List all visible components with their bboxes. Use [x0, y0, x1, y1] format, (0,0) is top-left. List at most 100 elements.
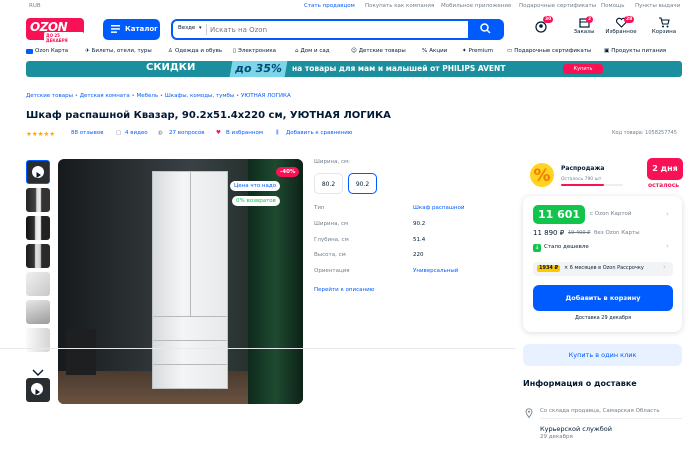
promo-banner[interactable]: СКИДКИ до 35% на товары для мам и малыше… — [26, 61, 682, 77]
delivery-info-title: Информация о доставке — [523, 379, 637, 388]
spec-row: Тип Шкаф распашной — [314, 205, 465, 211]
thumbnail-image[interactable] — [26, 300, 50, 324]
wardrobe-picture — [152, 171, 228, 389]
chevron-down-icon: ▾ — [199, 25, 202, 31]
discount-badge: -40% — [276, 167, 300, 177]
gift-icon: ▭ — [507, 48, 513, 54]
banner-percent: до 35% — [229, 61, 288, 77]
chevron-right-icon[interactable]: › — [666, 243, 669, 250]
returns-badge: 0% возвратов — [232, 196, 280, 206]
no-card-label: без Ozon Карты — [594, 230, 640, 236]
stock-progress — [561, 184, 623, 186]
width-label: Ширина, см: — [314, 159, 351, 165]
toy-icon: ☺ — [351, 48, 357, 54]
top-link-pickup[interactable]: Пункты выдачи — [635, 3, 680, 10]
nav-item-ozon-card[interactable]: Ozon Карта — [26, 48, 68, 54]
cart-button[interactable]: Корзина — [649, 17, 679, 41]
search-scope-select[interactable]: Везде — [178, 25, 195, 32]
days-left-label: осталось — [648, 182, 680, 189]
nav-item-promotions[interactable]: % Акции — [422, 48, 447, 54]
videos-link[interactable]: 4 видео — [125, 130, 148, 137]
courier-label: Курьерской службой — [540, 425, 612, 433]
questions-link[interactable]: 27 вопросов — [169, 130, 204, 137]
courier-date: 29 декабря — [540, 434, 573, 440]
one-click-buy-button[interactable]: Купить в один клик — [523, 344, 682, 366]
ozon-logo[interactable]: OZON ДО 25 ДЕКАБРЯ — [26, 18, 84, 44]
days-left-badge: 2 дня — [647, 158, 683, 180]
size-option-80[interactable]: 80.2 — [314, 173, 343, 194]
top-bar: RUB Стать продавцом Покупать как компани… — [0, 0, 700, 14]
nav-item-tickets[interactable]: ✈ Билеты, отели, туры — [85, 48, 152, 54]
arrow-down-icon: ↓ — [533, 244, 541, 252]
thumbnail-image[interactable] — [26, 216, 50, 240]
banner-buy-button[interactable]: Купить — [563, 64, 603, 74]
spec-value-link[interactable]: Шкаф распашной — [413, 205, 464, 212]
ozon-card-label: с Ozon Картой — [590, 211, 632, 217]
breadcrumb-item[interactable]: Детская комната — [80, 93, 130, 99]
plane-icon: ✈ — [85, 48, 90, 54]
top-link-company[interactable]: Покупать как компания — [365, 3, 434, 10]
heart-filled-icon: ♥ — [216, 130, 221, 136]
size-option-90[interactable]: 90.2 — [348, 173, 377, 194]
old-price: 19 400 ₽ — [568, 230, 591, 236]
spec-row: Высота, см 220 — [314, 252, 424, 258]
nav-item-electronics[interactable]: ▯ Электроника — [233, 48, 276, 54]
profile-button[interactable]: 30 — [526, 16, 556, 41]
nav-item-food[interactable]: ▣ Продукты питания — [604, 48, 666, 54]
menu-icon — [111, 25, 120, 33]
description-link[interactable]: Перейти к описанию — [314, 287, 374, 294]
breadcrumb-item[interactable]: Детские товары — [26, 93, 73, 99]
nav-item-home[interactable]: ⌂ Дом и сад — [295, 48, 330, 54]
reviews-link[interactable]: 88 отзывов — [71, 130, 103, 137]
product-meta: ★★★★★ 88 отзывов ▢ 4 видео ◍ 27 вопросов… — [26, 130, 352, 138]
cheaper-label: Стало дешевле — [544, 244, 589, 250]
chevron-right-icon[interactable]: › — [666, 211, 669, 218]
top-link-certificates[interactable]: Подарочные сертификаты — [519, 3, 596, 10]
thumbnail-image[interactable] — [26, 244, 50, 268]
thumbnail-video[interactable] — [26, 160, 50, 184]
search-input[interactable] — [210, 23, 460, 36]
divider — [0, 348, 516, 349]
percent-icon: % — [422, 48, 428, 54]
nav-item-gift-cards[interactable]: ▭ Подарочные сертификаты — [507, 48, 591, 54]
top-link-app[interactable]: Мобильное приложение — [441, 3, 511, 10]
compare-link[interactable]: Добавить к сравнению — [286, 130, 352, 137]
breadcrumb-item[interactable]: Мебель — [137, 93, 159, 99]
chevron-right-icon: › — [663, 263, 666, 271]
breadcrumb-item[interactable]: УЮТНАЯ ЛОГИКА — [241, 93, 291, 99]
premium-icon: ✦ — [462, 48, 467, 54]
search-icon — [480, 23, 491, 34]
product-main-image[interactable]: -40% Цена что надо 0% возвратов — [58, 159, 303, 404]
installment-row[interactable]: 1934 ₽ × 6 месяцев в Ozon Рассрочку › — [533, 262, 673, 276]
nav-item-kids[interactable]: ☺ Детские товары — [351, 48, 406, 54]
orders-button[interactable]: Заказы 2 — [569, 16, 599, 41]
favorites-button[interactable]: Избранное 28 — [605, 16, 637, 41]
play-icon — [31, 383, 43, 395]
thumbnail-image[interactable] — [26, 188, 50, 212]
search-button[interactable] — [468, 19, 504, 40]
nav-item-clothes[interactable]: ♙ Одежда и обувь — [168, 48, 222, 54]
breadcrumb-item[interactable]: Шкафы, комоды, тумбы — [165, 93, 234, 99]
price-tag-badge: Цена что надо — [230, 181, 281, 191]
thumbnail-image[interactable] — [26, 272, 50, 296]
favorites-badge: 28 — [624, 16, 635, 23]
cart-icon — [659, 17, 670, 28]
top-link-seller[interactable]: Стать продавцом — [304, 3, 355, 10]
nav-item-premium[interactable]: ✦ Premium — [462, 48, 493, 54]
delivery-from: Со склада продавца, Самарская Область — [540, 408, 660, 414]
svg-text:%: % — [533, 166, 550, 186]
question-icon: ◍ — [158, 130, 163, 136]
top-link-help[interactable]: Помощь — [601, 3, 624, 10]
banner-sale: СКИДКИ — [146, 62, 196, 73]
currency-selector[interactable]: RUB — [29, 3, 41, 10]
category-nav: Ozon Карта ✈ Билеты, отели, туры ♙ Одежда … — [26, 48, 686, 60]
spec-row: Ширина, см 90.2 — [314, 221, 426, 227]
add-to-cart-button[interactable]: Добавить в корзину — [533, 285, 673, 311]
spec-value-link[interactable]: Универсальный — [413, 268, 458, 275]
thumbnail-video[interactable] — [26, 378, 50, 402]
catalog-button[interactable]: Каталог — [103, 19, 160, 40]
favorite-link[interactable]: В избранном — [226, 130, 263, 137]
basket-icon: ▣ — [604, 48, 610, 54]
chevron-down-icon[interactable] — [30, 362, 46, 376]
installment-amount: 1934 ₽ — [537, 265, 561, 272]
